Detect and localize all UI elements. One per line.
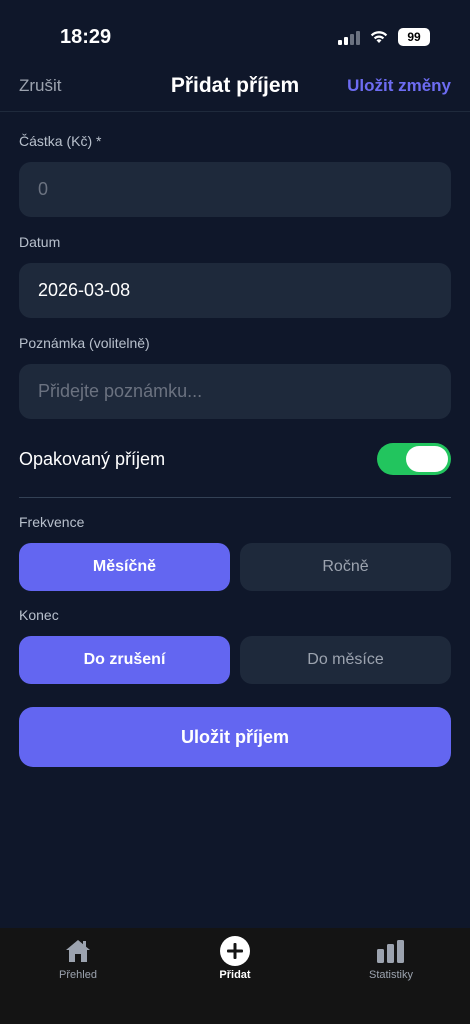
status-icons: 99 — [338, 28, 430, 46]
amount-input[interactable]: 0 — [19, 162, 451, 217]
note-label: Poznámka (volitelně) — [19, 335, 150, 351]
recurring-toggle[interactable] — [377, 443, 451, 475]
tab-add[interactable]: Přidat — [175, 936, 295, 981]
frequency-label: Frekvence — [19, 514, 85, 530]
tab-statistics-label: Statistiky — [368, 969, 413, 981]
tab-bar: Přehled Přidat Statistiky — [0, 928, 470, 1024]
date-field[interactable]: 2026-03-08 — [19, 263, 451, 318]
signal-icon — [338, 29, 360, 45]
home-icon — [66, 940, 90, 962]
frequency-yearly-button[interactable]: Ročně — [240, 543, 451, 591]
end-until-cancel-button[interactable]: Do zrušení — [19, 636, 230, 684]
income-form: Částka (Kč) * 0 Datum 2026-03-08 Poznámk… — [19, 112, 451, 767]
nav-header: Zrušit Přidat příjem Uložit změny — [0, 66, 470, 112]
date-label: Datum — [19, 234, 61, 250]
frequency-selector: Měsíčně Ročně — [19, 543, 451, 591]
end-label: Konec — [19, 607, 59, 623]
recurring-row: Opakovaný příjem — [19, 441, 451, 477]
status-time: 18:29 — [60, 26, 112, 48]
tab-statistics[interactable]: Statistiky — [331, 936, 451, 981]
wifi-icon — [370, 31, 388, 43]
end-until-month-button[interactable]: Do měsíce — [240, 636, 451, 684]
recurring-label: Opakovaný příjem — [19, 448, 166, 469]
frequency-monthly-button[interactable]: Měsíčně — [19, 543, 230, 591]
status-bar: 18:29 99 — [0, 0, 470, 66]
battery-indicator: 99 — [398, 28, 430, 46]
tab-overview-label: Přehled — [59, 969, 97, 981]
tab-add-label: Přidat — [219, 969, 251, 981]
divider — [19, 497, 451, 498]
bar-chart-icon — [377, 940, 404, 963]
plus-circle-icon — [220, 936, 250, 966]
save-income-button[interactable]: Uložit příjem — [19, 707, 451, 767]
amount-label: Částka (Kč) * — [19, 133, 102, 149]
end-selector: Do zrušení Do měsíce — [19, 636, 451, 684]
toggle-knob — [406, 446, 448, 472]
tab-overview[interactable]: Přehled — [18, 936, 138, 981]
save-changes-button[interactable]: Uložit změny — [347, 76, 451, 96]
note-input[interactable]: Přidejte poznámku... — [19, 364, 451, 419]
